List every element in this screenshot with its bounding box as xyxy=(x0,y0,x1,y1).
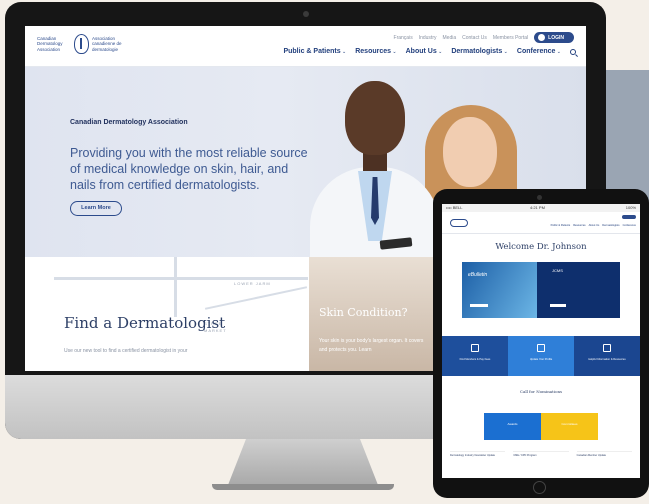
search-icon[interactable] xyxy=(570,48,576,55)
utility-link-media[interactable]: Media xyxy=(443,35,457,41)
logo-text-fr: Association canadienne de dermatologie xyxy=(92,36,122,52)
site-logo[interactable]: Canadian Dermatology Association Associa… xyxy=(37,34,134,54)
news-columns: Dermatology Industry Newsletter Update C… xyxy=(450,451,632,457)
call-for-nominations-title: Call for Nominations xyxy=(519,389,563,394)
quick-tiles: Find Members & Pay Fees Update Your Prof… xyxy=(442,336,640,376)
hero-headline: Providing you with the most reliable sou… xyxy=(70,146,308,192)
awards-box[interactable]: Awards xyxy=(484,413,541,440)
banner-right-panel xyxy=(537,262,620,318)
banner-button-left[interactable] xyxy=(470,304,488,307)
find-dermatologist-desc: Use our new tool to find a certified der… xyxy=(64,348,188,354)
welcome-heading: Welcome Dr. Johnson xyxy=(495,242,587,252)
news-column[interactable]: Dermatology Industry Newsletter Update xyxy=(450,451,506,457)
find-dermatologist-card[interactable]: LOWER JARM STREE MARKET Find a Dermatolo… xyxy=(54,257,308,371)
learn-more-button[interactable]: Learn More xyxy=(70,201,122,216)
utility-link-members-portal[interactable]: Members Portal xyxy=(493,35,528,41)
camera-icon xyxy=(303,11,309,17)
nav-dermatologists[interactable]: Dermatologists xyxy=(451,48,508,55)
promo-banner[interactable]: eBulletin JCMS xyxy=(462,262,620,318)
map-road xyxy=(174,257,177,317)
hero-kicker: Canadian Dermatology Association xyxy=(70,119,188,126)
tile-update-profile[interactable]: Update Your Profile xyxy=(508,336,574,376)
skin-condition-desc: Your skin is your body's largest organ. … xyxy=(319,338,424,353)
login-button[interactable]: LOGIN xyxy=(534,32,574,43)
tablet-logo[interactable] xyxy=(450,219,468,227)
tablet-header: Public & Patients Resources About Us Der… xyxy=(442,212,640,234)
map-road xyxy=(204,286,308,310)
site-header: Canadian Dermatology Association Associa… xyxy=(25,26,586,67)
logo-text-en: Canadian Dermatology Association xyxy=(37,36,63,52)
doctor-man-face xyxy=(345,81,405,155)
tablet-nav-resources[interactable]: Resources xyxy=(573,224,585,227)
imac-stand xyxy=(228,439,378,485)
map-road xyxy=(54,277,308,280)
tablet-website-screen: •••• BELL 4:21 PM 100% Public & Patients… xyxy=(442,204,640,478)
skin-condition-card[interactable]: Skin Condition? Your skin is your body's… xyxy=(309,257,442,371)
nav-conference[interactable]: Conference xyxy=(517,48,561,55)
tablet-nav-about[interactable]: About Us xyxy=(589,224,600,227)
nav-about-us[interactable]: About Us xyxy=(406,48,443,55)
main-nav: Public & Patients Resources About Us Der… xyxy=(283,48,576,55)
status-bar: •••• BELL 4:21 PM 100% xyxy=(442,204,640,212)
utility-nav: Français Industry Media Contact Us Membe… xyxy=(394,32,574,43)
tablet-nav: Public & Patients Resources About Us Der… xyxy=(551,224,636,227)
logo-emblem-icon xyxy=(74,34,89,54)
doctor-woman-face xyxy=(443,117,497,187)
camera-icon xyxy=(537,195,542,200)
utility-link-industry[interactable]: Industry xyxy=(419,35,437,41)
ipad-device: •••• BELL 4:21 PM 100% Public & Patients… xyxy=(433,189,649,498)
login-label: LOGIN xyxy=(548,34,564,41)
tablet-nav-dermatologists[interactable]: Dermatologists xyxy=(602,224,619,227)
utility-link-contact[interactable]: Contact Us xyxy=(462,35,487,41)
banner-button-right[interactable] xyxy=(550,304,566,307)
card-icon xyxy=(471,344,479,352)
profile-icon xyxy=(537,344,545,352)
tile-find-members[interactable]: Find Members & Pay Fees xyxy=(442,336,508,376)
map-label: LOWER JARM xyxy=(234,281,271,286)
news-column[interactable]: CME / CPD Program xyxy=(513,451,569,457)
carrier-label: •••• BELL xyxy=(446,205,463,210)
skin-condition-title: Skin Condition? xyxy=(319,306,408,319)
home-button xyxy=(533,481,546,494)
banner-journal-title: JCMS xyxy=(552,268,563,273)
tablet-login-button[interactable] xyxy=(622,215,636,219)
awards-label: Awards xyxy=(507,422,518,426)
document-icon xyxy=(603,344,611,352)
find-dermatologist-title: Find a Dermatologist xyxy=(64,314,226,332)
tile-label: Find Members & Pay Fees xyxy=(459,358,491,361)
user-icon xyxy=(538,34,546,41)
utility-link-francais[interactable]: Français xyxy=(394,35,413,41)
imac-stand-base xyxy=(212,484,394,490)
tile-label: Update Your Profile xyxy=(529,358,553,361)
tile-label: Helpful Information & Resources xyxy=(588,358,626,361)
tablet-nav-public[interactable]: Public & Patients xyxy=(551,224,571,227)
banner-left-panel xyxy=(462,262,537,318)
battery-label: 100% xyxy=(625,205,636,210)
nav-resources[interactable]: Resources xyxy=(355,48,396,55)
committees-box[interactable]: Committees xyxy=(541,413,598,440)
news-column[interactable]: Canadian Member Update xyxy=(576,451,632,457)
tablet-nav-conference[interactable]: Conference xyxy=(623,224,636,227)
banner-script-title: eBulletin xyxy=(468,272,488,278)
nav-public-patients[interactable]: Public & Patients xyxy=(283,48,346,55)
clock-label: 4:21 PM xyxy=(530,205,545,210)
tile-resources[interactable]: Helpful Information & Resources xyxy=(574,336,640,376)
committees-label: Committees xyxy=(561,422,578,426)
